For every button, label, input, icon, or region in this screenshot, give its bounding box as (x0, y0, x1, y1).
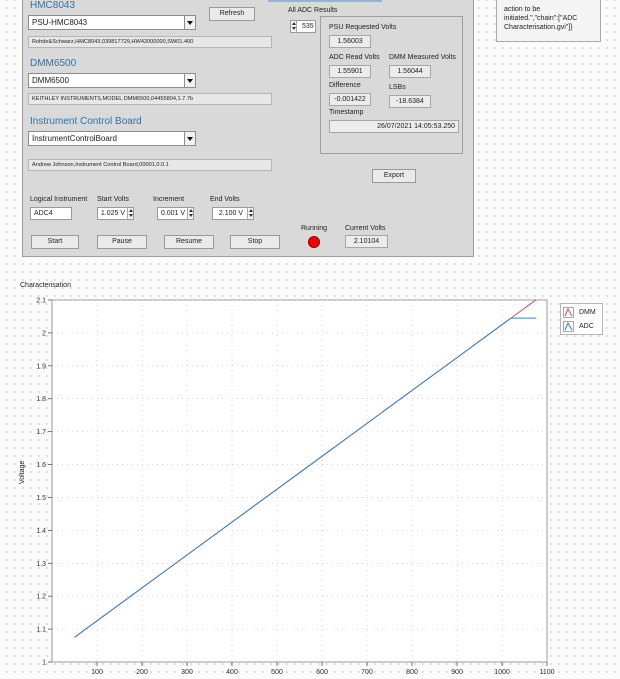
legend-item-dmm[interactable]: DMM (563, 307, 601, 319)
y-tick-label: 1.2 (36, 594, 46, 601)
y-tick-label: 1 (42, 660, 46, 667)
x-tick-label: 200 (136, 669, 148, 676)
legend-label: DMM (579, 309, 596, 316)
y-tick-label: 1.8 (36, 396, 46, 403)
x-tick-label: 1100 (539, 669, 554, 676)
y-tick-label: 1.4 (36, 528, 46, 535)
y-tick-label: 1.6 (36, 462, 46, 469)
characterisation-chart: 1 1.1 1.2 1.3 1.4 1.5 1.6 1.7 1.8 1.9 2 2.1 100 200 30… (36, 298, 554, 677)
y-tick-label: 1.1 (36, 627, 46, 634)
y-tick-label: 1.7 (36, 429, 46, 436)
y-tick-label: 1.5 (36, 495, 46, 502)
x-tick-label: 500 (271, 669, 283, 676)
x-tick-label: 700 (361, 669, 373, 676)
chart-legend: DMM ADC (560, 303, 603, 335)
dmm-swatch-icon (563, 307, 574, 318)
y-tick-label: 1.9 (36, 363, 46, 370)
x-tick-label: 800 (406, 669, 418, 676)
x-tick-label: 300 (181, 669, 193, 676)
y-tick-label: 2.1 (36, 298, 46, 305)
plot-area (51, 299, 548, 663)
x-tick-label: 100 (91, 669, 103, 676)
legend-label: ADC (579, 323, 594, 330)
x-tick-label: 1000 (494, 669, 510, 676)
y-tick-label: 2 (42, 330, 46, 337)
adc-swatch-icon (563, 321, 574, 332)
y-tick-label: 1.3 (36, 561, 46, 568)
x-tick-label: 400 (226, 669, 238, 676)
x-tick-label: 900 (451, 669, 463, 676)
legend-item-adc[interactable]: ADC (563, 321, 601, 333)
x-tick-label: 600 (316, 669, 328, 676)
